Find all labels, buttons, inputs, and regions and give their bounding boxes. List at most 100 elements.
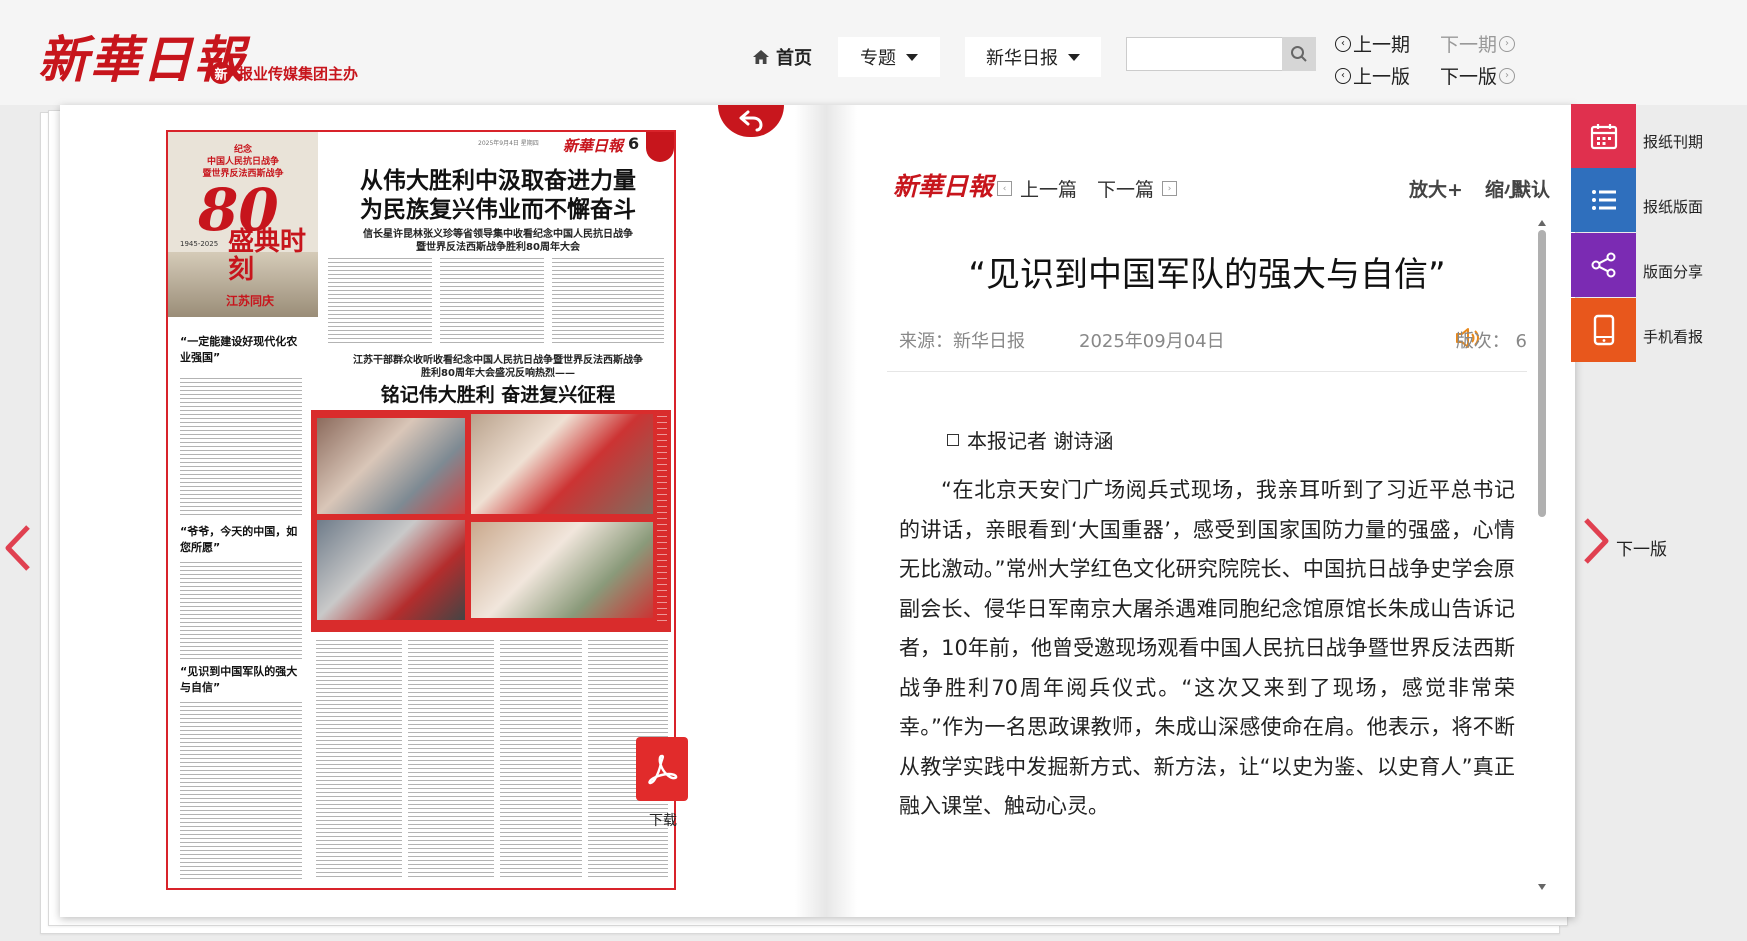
article-byline: 本报记者 谢诗涵 — [947, 425, 1113, 454]
next-page-label: 下一版 — [1440, 66, 1498, 88]
square-icon — [947, 433, 959, 446]
download-pdf-button[interactable] — [636, 737, 688, 801]
chevron-left-icon: ‹ — [1335, 35, 1351, 52]
scroll-thumb[interactable] — [1538, 230, 1546, 517]
group-text: 报业传媒集团主办 — [238, 64, 359, 83]
meta-divider — [887, 371, 1527, 372]
newspaper-logo: 新華日報 — [563, 137, 624, 155]
tool-share-label[interactable]: 版面分享 — [1643, 261, 1703, 282]
newspaper-headline-1-sub: 信长星许昆林张义珍等省领导集中收看纪念中国人民抗日战争 暨世界反法西斯战争胜利8… — [363, 229, 633, 253]
prev-page-label: 上一版 — [1353, 66, 1411, 88]
calendar-icon — [1590, 124, 1617, 150]
newspaper-date: 2025年9月4日 星期四 — [478, 140, 539, 147]
next-page-label[interactable]: 下一版 — [1616, 535, 1667, 560]
download-label[interactable]: 下载 — [633, 810, 693, 830]
prev-issue-label: 上一期 — [1353, 34, 1411, 56]
next-page-link[interactable]: 下一版 › — [1440, 62, 1516, 89]
home-label: 首页 — [776, 48, 812, 69]
prev-issue-link[interactable]: ‹ 上一期 — [1335, 30, 1410, 57]
text-column — [180, 378, 302, 518]
sub-headline-3[interactable]: “见识到中国军队的强大与自信” — [180, 664, 300, 696]
news-photo — [471, 414, 653, 514]
sidebar-slogan: 盛典时刻 — [228, 227, 307, 285]
text-column — [180, 562, 302, 662]
share-icon — [1591, 252, 1615, 278]
sidebar-years: 1945-2025 — [180, 240, 219, 248]
chevron-right-icon: › — [1499, 35, 1516, 52]
next-article-label: 下一篇 — [1097, 179, 1155, 201]
article-meta: 来源：新华日报 2025年09月04日 版次： 6 — [899, 327, 1527, 357]
news-photo — [471, 522, 653, 618]
paper-dropdown[interactable]: 新华日报 — [965, 37, 1101, 77]
newspaper-page-number: 6 — [628, 134, 640, 153]
newspaper-page[interactable]: 2025年9月4日 星期四 新華日報 6 纪念 中国人民抗日战争 暨世界反法西斯… — [166, 130, 676, 890]
search-icon — [1291, 46, 1307, 62]
news-photo — [317, 418, 465, 514]
prev-page-link[interactable]: ‹ 上一版 — [1335, 62, 1410, 89]
next-issue-label: 下一期 — [1440, 34, 1498, 56]
pdf-icon — [648, 754, 678, 785]
caret-down-icon — [1068, 53, 1080, 61]
tool-mobile[interactable] — [1571, 298, 1636, 362]
zoom-in-button[interactable]: 放大+ — [1409, 175, 1463, 202]
article-panel: 新華日報 ‹ 上一篇 下一篇 › 放大+ 缩小- “见识到中国军队的强大与自信”… — [857, 105, 1575, 917]
next-page-arrow[interactable] — [1582, 518, 1610, 568]
topic-dropdown[interactable]: 专题 — [838, 37, 940, 77]
news-photo — [317, 520, 465, 620]
photo-collage — [311, 410, 671, 632]
group-mark: 新 — [210, 62, 232, 84]
list-icon — [1591, 190, 1616, 210]
chevron-right-icon: › — [1162, 181, 1178, 196]
scroll-up-icon[interactable] — [1538, 220, 1546, 226]
prev-article-label: 上一篇 — [1020, 179, 1078, 201]
search-input[interactable] — [1126, 37, 1284, 71]
back-button[interactable] — [718, 105, 784, 137]
text-column — [500, 640, 582, 880]
text-column — [328, 258, 432, 346]
article-body: “在北京天安门广场阅兵式现场，我亲耳听到了习近平总书记的讲话，亲眼看到‘大国重器… — [899, 478, 1515, 818]
anniversary-badge — [646, 132, 674, 162]
header: 新華日報 新 报业传媒集团主办 首页 专题 新华日报 ‹ 上一期 下一期 › ‹… — [0, 0, 1747, 105]
chevron-right-icon: › — [1499, 67, 1516, 84]
prev-page-arrow[interactable] — [4, 525, 32, 575]
chevron-right-icon — [1584, 518, 1609, 564]
newspaper-headline-1[interactable]: 从伟大胜利中汲取奋进力量 为民族复兴伟业而不懈奋斗 — [323, 166, 673, 224]
text-column — [180, 702, 302, 880]
chevron-left-icon — [5, 525, 30, 571]
scroll-down-icon[interactable] — [1538, 884, 1546, 890]
newspaper-headline-2-intro: 江苏干部群众收听收看纪念中国人民抗日战争暨世界反法西斯战争 胜利80周年大会盛况… — [353, 355, 643, 379]
paper-dropdown-label: 新华日报 — [986, 48, 1058, 69]
next-issue-link[interactable]: 下一期 › — [1440, 30, 1516, 57]
tool-share[interactable] — [1571, 233, 1636, 297]
article-page-version: 版次： 6 — [1455, 331, 1527, 352]
sub-headline-2[interactable]: “爷爷，今天的中国，如您所愿” — [180, 524, 300, 556]
prev-article-link[interactable]: ‹ 上一篇 — [997, 175, 1077, 202]
vertical-caption — [657, 416, 667, 621]
sub-headline-1[interactable]: “一定能建设好现代化农业强国” — [180, 334, 300, 366]
return-arrow-icon — [739, 110, 763, 132]
tool-mobile-label[interactable]: 手机看报 — [1643, 326, 1703, 347]
newspaper-headline-2[interactable]: 铭记伟大胜利 奋进复兴征程 — [323, 380, 673, 407]
home-icon — [753, 50, 769, 64]
tool-layout-list[interactable] — [1571, 168, 1636, 232]
next-article-link[interactable]: 下一篇 › — [1097, 175, 1178, 202]
tool-calendar[interactable] — [1571, 104, 1636, 168]
tool-layout-label[interactable]: 报纸版面 — [1643, 196, 1703, 217]
chevron-left-icon: ‹ — [1335, 67, 1351, 84]
zoom-default-button[interactable]: 默认 — [1512, 175, 1550, 202]
group-logo: 新 报业传媒集团主办 — [210, 62, 358, 84]
newspaper-sidebar-banner: 纪念 中国人民抗日战争 暨世界反法西斯战争 80 1945-2025 盛典时刻 … — [168, 132, 318, 317]
chevron-left-icon: ‹ — [997, 181, 1012, 196]
article-logo: 新華日報 — [893, 172, 994, 201]
article-scrollbar[interactable] — [1538, 220, 1546, 890]
text-column — [552, 258, 664, 346]
byline-text: 本报记者 谢诗涵 — [967, 429, 1114, 453]
article-title: “见识到中国军队的强大与自信” — [968, 255, 1446, 295]
home-link[interactable]: 首页 — [752, 44, 812, 70]
search-button[interactable] — [1282, 37, 1316, 71]
text-column — [408, 640, 494, 880]
tool-calendar-label[interactable]: 报纸刊期 — [1643, 131, 1703, 152]
sidebar-title: 纪念 中国人民抗日战争 暨世界反法西斯战争 — [202, 145, 284, 179]
book-spine — [795, 105, 857, 917]
text-column — [440, 258, 544, 346]
